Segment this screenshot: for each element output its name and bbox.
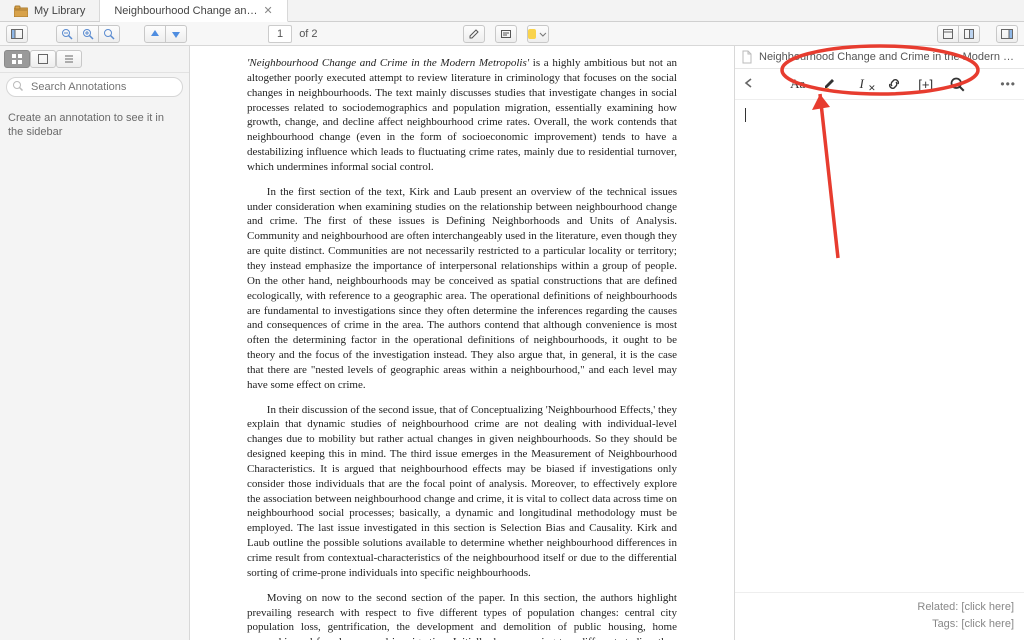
notes-footer: Related: [click here] Tags: [click here] — [735, 592, 1024, 640]
text-cursor — [745, 108, 746, 122]
document-icon — [741, 50, 753, 64]
sidebar-toggle-button[interactable] — [6, 25, 28, 43]
main-toolbar: 1 of 2 — [0, 22, 1024, 46]
back-button[interactable] — [743, 77, 755, 92]
highlighter-button[interactable] — [821, 75, 839, 93]
doc-title-italic: 'Neighbourhood Change and Crime in the M… — [247, 57, 529, 69]
link-button[interactable] — [885, 75, 903, 93]
search-icon — [12, 80, 24, 95]
annotate-text-button[interactable] — [495, 25, 517, 43]
related-label: Related: — [917, 601, 958, 613]
color-swatch-icon — [528, 29, 536, 39]
notes-document-title: Neighbourhood Change and Crime in the Mo… — [759, 51, 1018, 63]
related-click-here[interactable]: [click here] — [961, 601, 1014, 613]
more-menu-button[interactable]: ••• — [1000, 77, 1016, 91]
annotate-pen-button[interactable] — [463, 25, 485, 43]
page-indicator: 1 of 2 — [268, 25, 318, 43]
nav-group — [144, 25, 187, 43]
right-pane-switch — [937, 25, 980, 43]
insert-block-button[interactable]: [+] — [917, 75, 935, 93]
zoom-group — [56, 25, 120, 43]
page-up-button[interactable] — [144, 25, 166, 43]
tab-document[interactable]: Neighbourhood Change an… ✕ — [100, 0, 287, 22]
note-editor[interactable] — [735, 100, 1024, 592]
page-down-button[interactable] — [165, 25, 187, 43]
tab-label: My Library — [34, 5, 85, 17]
outline-tab[interactable] — [56, 50, 82, 68]
notes-view-button[interactable] — [937, 25, 959, 43]
clear-format-button[interactable]: I✕ — [853, 75, 871, 93]
text-style-button[interactable]: Aa — [789, 75, 807, 93]
annotations-sidebar: Create an annotation to see it in the si… — [0, 46, 190, 640]
tags-click-here[interactable]: [click here] — [961, 618, 1014, 630]
search-notes-button[interactable] — [949, 75, 967, 93]
pdf-page: 'Neighbourhood Change and Crime in the M… — [247, 46, 677, 640]
tab-label: Neighbourhood Change an… — [114, 5, 257, 17]
tags-label: Tags: — [932, 618, 958, 630]
tab-bar: My Library Neighbourhood Change an… ✕ — [0, 0, 1024, 22]
tab-library[interactable]: My Library — [0, 0, 100, 21]
document-viewer[interactable]: 'Neighbourhood Change and Crime in the M… — [190, 46, 734, 640]
page-total: of 2 — [299, 28, 317, 40]
empty-annotations-message: Create an annotation to see it in the si… — [0, 101, 189, 150]
right-sidebar-toggle-button[interactable] — [996, 25, 1018, 43]
color-picker-button[interactable] — [527, 25, 549, 43]
search-annotations-input[interactable] — [6, 77, 183, 97]
close-icon[interactable]: ✕ — [263, 4, 272, 17]
thumbnails-tab[interactable] — [4, 50, 30, 68]
page-current[interactable]: 1 — [268, 25, 292, 43]
zoom-in-button[interactable] — [77, 25, 99, 43]
zoom-auto-button[interactable] — [98, 25, 120, 43]
info-view-button[interactable] — [958, 25, 980, 43]
notes-panel: Neighbourhood Change and Crime in the Mo… — [734, 46, 1024, 640]
zoom-out-button[interactable] — [56, 25, 78, 43]
library-icon — [14, 5, 28, 17]
annotations-tab[interactable] — [30, 50, 56, 68]
